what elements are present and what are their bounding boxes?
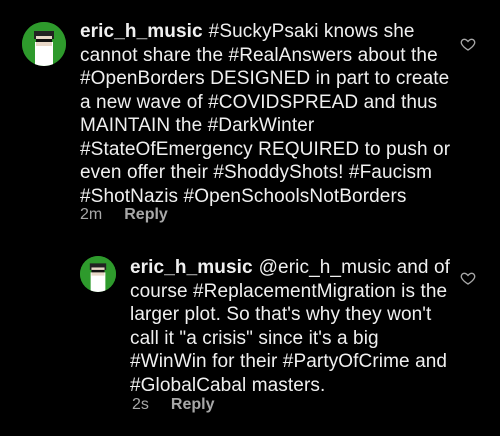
avatar[interactable]: [22, 22, 66, 66]
username[interactable]: eric_h_music: [130, 257, 253, 278]
timestamp: 2m: [80, 206, 103, 223]
username[interactable]: eric_h_music: [80, 21, 203, 42]
avatar[interactable]: [80, 256, 116, 292]
reply-comment: eric_h_music @eric_h_music and of course …: [0, 240, 500, 436]
comment-meta: 2s Reply: [132, 396, 214, 414]
reply-button[interactable]: Reply: [124, 206, 168, 224]
comment: eric_h_music #SuckyPsaki knows she cannot…: [0, 0, 500, 240]
comment-text: eric_h_music @eric_h_music and of course …: [130, 256, 455, 397]
comment-text: eric_h_music #SuckyPsaki knows she cannot…: [80, 20, 460, 208]
comment-meta: 2m Reply: [80, 206, 168, 224]
heart-icon[interactable]: [460, 36, 476, 52]
timestamp: 2s: [132, 396, 149, 413]
reply-button[interactable]: Reply: [171, 396, 215, 414]
comment-body: #SuckyPsaki knows she cannot share the #…: [80, 21, 451, 207]
heart-icon[interactable]: [460, 270, 476, 286]
